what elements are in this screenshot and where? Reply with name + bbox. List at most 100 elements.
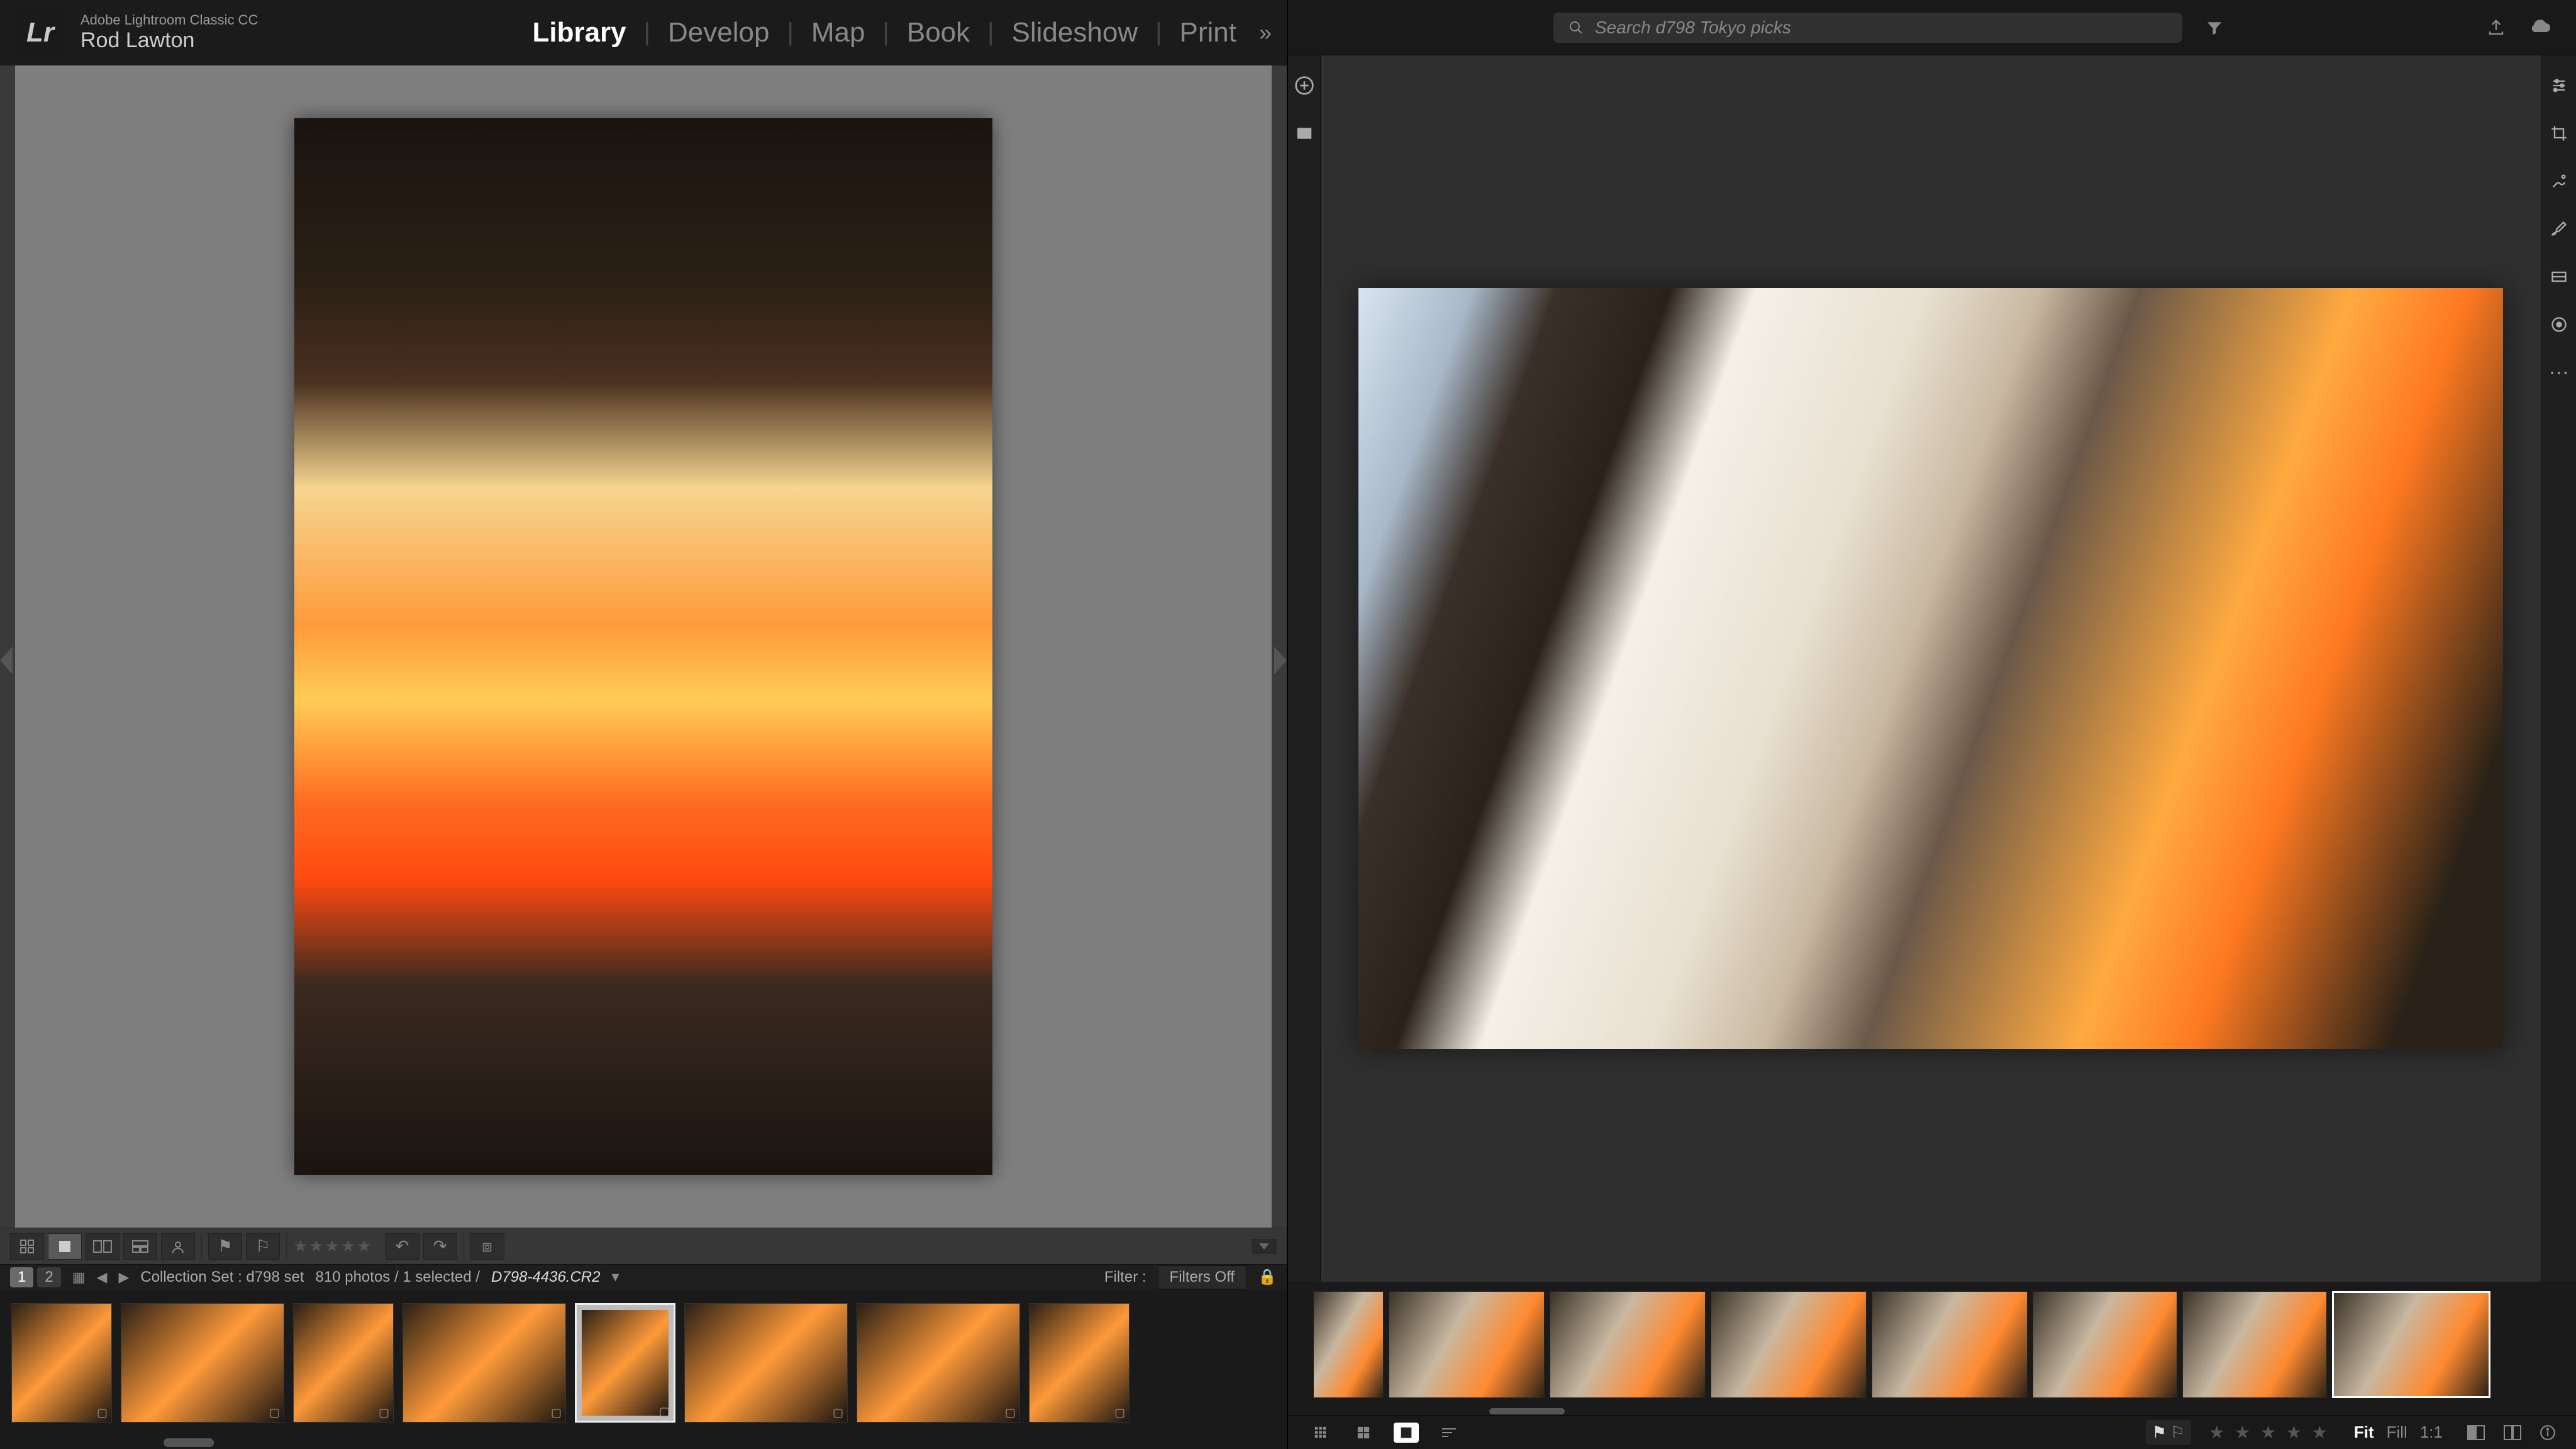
secondary-window-1[interactable]: 1 <box>10 1267 33 1287</box>
thumb-image <box>1030 1304 1129 1422</box>
thumb-image <box>1550 1292 1705 1397</box>
rotate-ccw-icon[interactable]: ↶ <box>386 1233 419 1260</box>
people-view-icon[interactable] <box>161 1233 195 1260</box>
left-panel-handle-icon[interactable] <box>0 647 13 674</box>
filmstrip-thumb[interactable] <box>1550 1291 1706 1398</box>
filmstrip-thumb[interactable] <box>2332 1291 2490 1398</box>
next-photo-icon[interactable]: ▶ <box>118 1269 129 1285</box>
current-filename[interactable]: D798-4436.CR2 <box>491 1269 600 1286</box>
thumb-image <box>12 1304 111 1422</box>
thumb-image <box>685 1304 847 1422</box>
grid-large-icon[interactable] <box>1351 1423 1376 1443</box>
filmstrip-thumb[interactable] <box>293 1303 394 1423</box>
toolbar-menu-icon[interactable] <box>1252 1239 1277 1254</box>
lightroom-logo-icon: Lr <box>15 8 65 58</box>
module-separator: | <box>644 18 650 47</box>
radial-gradient-icon[interactable] <box>2546 312 2572 337</box>
brush-icon[interactable] <box>2546 216 2572 242</box>
filmstrip-thumb[interactable] <box>1389 1291 1545 1398</box>
module-develop[interactable]: Develop <box>650 17 787 48</box>
grid-view-icon[interactable] <box>10 1233 44 1260</box>
flag-pick-icon[interactable]: ⚑ <box>2152 1423 2167 1442</box>
compare-icon[interactable] <box>2503 1424 2522 1441</box>
flag-reject-icon[interactable]: ⚐ <box>2170 1423 2185 1442</box>
add-photos-icon[interactable] <box>1292 73 1317 98</box>
module-library[interactable]: Library <box>514 17 643 48</box>
module-separator: | <box>987 18 994 47</box>
cc-main-photo[interactable] <box>1358 288 2503 1049</box>
thumb-image <box>1872 1292 2027 1397</box>
secondary-display-toggle[interactable]: 12 <box>10 1267 61 1287</box>
filmstrip-thumb[interactable] <box>402 1303 566 1423</box>
filter-icon[interactable] <box>2205 18 2224 37</box>
flag-pick-icon[interactable]: ⚑ <box>208 1233 242 1260</box>
rating-stars[interactable]: ★ ★ ★ ★ ★ <box>2209 1422 2330 1443</box>
thumb-image <box>121 1304 284 1422</box>
lc-filmstrip-scrollbar[interactable] <box>0 1436 1287 1449</box>
collection-path[interactable]: Collection Set : d798 set <box>140 1269 304 1286</box>
module-map[interactable]: Map <box>794 17 883 48</box>
edit-sliders-icon[interactable] <box>2546 73 2572 98</box>
cc-filmstrip[interactable] <box>1288 1282 2576 1407</box>
view-thumbs-icon[interactable]: ▦ <box>72 1269 86 1285</box>
secondary-window-2[interactable]: 2 <box>37 1267 60 1287</box>
lightroom-cc-pane: Search d798 Tokyo picks ⋯ <box>1288 0 2576 1449</box>
module-print[interactable]: Print <box>1162 17 1253 48</box>
filmstrip-thumb[interactable] <box>1711 1291 1867 1398</box>
share-icon[interactable] <box>2487 18 2506 37</box>
linear-gradient-icon[interactable] <box>2546 264 2572 289</box>
face-region-icon[interactable]: ⧈ <box>470 1233 504 1260</box>
filmstrip-thumb[interactable] <box>121 1303 284 1423</box>
zoom-fill[interactable]: Fill <box>2380 1423 2414 1441</box>
lc-app-name: Adobe Lightroom Classic CC <box>80 12 258 28</box>
crop-icon[interactable] <box>2546 121 2572 146</box>
lc-loupe-view[interactable] <box>0 65 1287 1228</box>
module-slideshow[interactable]: Slideshow <box>994 17 1156 48</box>
filmstrip-thumb[interactable] <box>2182 1291 2327 1398</box>
cloud-sync-icon[interactable] <box>2528 19 2551 36</box>
more-modules-icon[interactable]: » <box>1254 19 1272 46</box>
flag-reject-icon[interactable]: ⚐ <box>246 1233 280 1260</box>
zoom-fit[interactable]: Fit <box>2348 1423 2380 1441</box>
module-book[interactable]: Book <box>889 17 987 48</box>
info-icon[interactable] <box>2540 1424 2556 1441</box>
filmstrip-thumb[interactable] <box>11 1303 112 1423</box>
lc-main-photo[interactable] <box>294 118 992 1175</box>
lc-filmstrip[interactable] <box>0 1289 1287 1436</box>
thumb-image <box>582 1310 669 1416</box>
prev-photo-icon[interactable]: ◀ <box>97 1269 108 1285</box>
filmstrip-thumb[interactable] <box>1313 1291 1384 1398</box>
my-photos-icon[interactable] <box>1292 121 1317 146</box>
filmstrip-thumb[interactable] <box>684 1303 848 1423</box>
filmstrip-thumb[interactable] <box>857 1303 1020 1423</box>
cc-filmstrip-scrollbar[interactable] <box>1288 1407 2576 1415</box>
healing-brush-icon[interactable] <box>2546 169 2572 194</box>
rating-stars[interactable]: ★★★★★ <box>293 1236 373 1256</box>
filter-dropdown[interactable]: Filters Off <box>1158 1265 1247 1289</box>
survey-view-icon[interactable] <box>123 1233 157 1260</box>
filmstrip-thumb[interactable] <box>575 1303 675 1423</box>
rotate-cw-icon[interactable]: ↷ <box>423 1233 457 1260</box>
right-panel-handle-icon[interactable] <box>1274 647 1287 674</box>
more-icon[interactable]: ⋯ <box>2546 360 2572 385</box>
zoom-selector[interactable]: FitFill1:1 <box>2348 1423 2449 1442</box>
filmstrip-thumb[interactable] <box>1029 1303 1130 1423</box>
cc-detail-view[interactable] <box>1321 55 2541 1282</box>
show-original-icon[interactable] <box>2467 1424 2485 1441</box>
cc-header: Search d798 Tokyo picks <box>1288 0 2576 55</box>
compare-view-icon[interactable] <box>86 1233 119 1260</box>
filter-label: Filter : <box>1104 1269 1146 1286</box>
loupe-view-icon[interactable] <box>48 1233 82 1260</box>
filmstrip-thumb[interactable] <box>2033 1291 2177 1398</box>
filmstrip-thumb[interactable] <box>1872 1291 2028 1398</box>
filter-lock-icon[interactable]: 🔒 <box>1258 1268 1277 1286</box>
search-input[interactable]: Search d798 Tokyo picks <box>1553 13 2182 43</box>
detail-view-icon[interactable] <box>1394 1423 1419 1443</box>
flag-group[interactable]: ⚑ ⚐ <box>2146 1420 2192 1445</box>
grid-small-icon[interactable] <box>1308 1423 1333 1443</box>
thumb-image <box>294 1304 393 1422</box>
cc-footer: ⚑ ⚐ ★ ★ ★ ★ ★ FitFill1:1 <box>1288 1415 2576 1449</box>
zoom-1-1[interactable]: 1:1 <box>2414 1423 2449 1441</box>
module-separator: | <box>882 18 889 47</box>
sort-icon[interactable] <box>1436 1423 1462 1443</box>
